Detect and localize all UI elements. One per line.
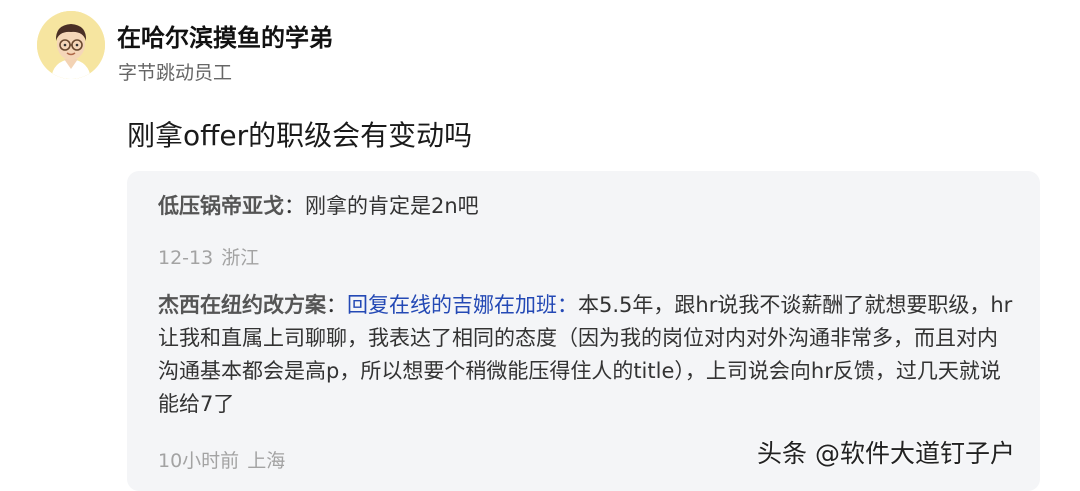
comment-date: 12-13	[158, 247, 214, 269]
comment-text: 刚拿的肯定是2n吧	[305, 194, 479, 218]
comment-meta: 10小时前 上海	[158, 446, 285, 473]
comment-location: 浙江	[221, 247, 260, 269]
comment-separator: ：	[284, 194, 305, 218]
watermark: 头条 @软件大道钉子户	[757, 439, 1015, 468]
author-avatar[interactable]	[37, 11, 105, 79]
comment-username[interactable]: 杰西在纽约改方案	[158, 293, 326, 317]
comment-separator: ：	[326, 293, 347, 317]
author-title: 字节跳动员工	[118, 62, 233, 84]
reply-to-link[interactable]: 回复在线的吉娜在加班：	[347, 293, 578, 317]
comment-item[interactable]: 低压锅帝亚戈：刚拿的肯定是2n吧	[158, 190, 1018, 223]
comment-username[interactable]: 低压锅帝亚戈	[158, 194, 284, 218]
question-title[interactable]: 刚拿offer的职级会有变动吗	[127, 114, 472, 154]
cartoon-man-with-glasses-avatar	[37, 11, 105, 79]
author-name[interactable]: 在哈尔滨摸鱼的学弟	[117, 18, 333, 53]
comment-location: 上海	[247, 450, 286, 472]
comment-item[interactable]: 杰西在纽约改方案：回复在线的吉娜在加班：本5.5年，跟hr说我不谈薪酬了就想要职…	[158, 289, 1018, 421]
comment-date: 10小时前	[158, 450, 240, 472]
comment-meta: 12-13 浙江	[158, 243, 259, 270]
